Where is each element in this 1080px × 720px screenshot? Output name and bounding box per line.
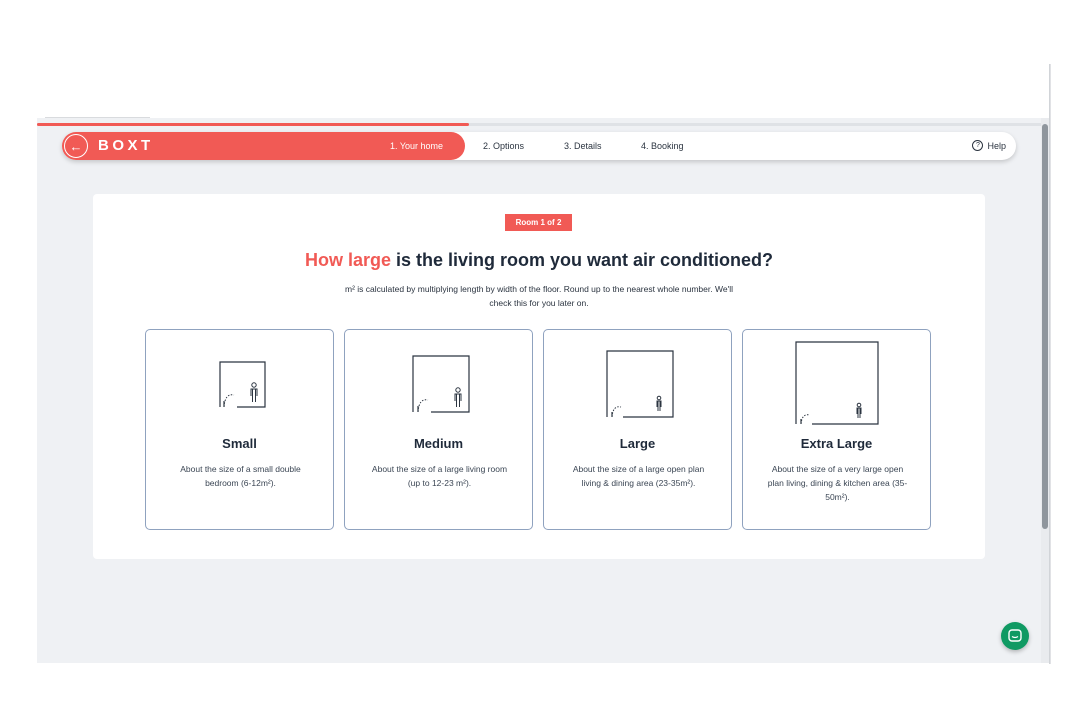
headline-accent: How large <box>304 250 391 270</box>
question-card: Room 1 of 2 How large is the living room… <box>93 194 985 559</box>
question-circle-icon: ? <box>972 140 984 151</box>
option-extra-large[interactable]: Extra Large About the size of a very lar… <box>742 329 931 530</box>
help-label: Help <box>987 140 1006 151</box>
room-floorplan-icon <box>606 350 674 418</box>
step-booking[interactable]: 4. Booking <box>641 141 684 151</box>
chat-bubble-icon <box>1008 629 1022 642</box>
page-viewport: ← BOXT 1. Your home 2. Options 3. Detail… <box>37 118 1049 663</box>
option-large[interactable]: Large About the size of a large open pla… <box>543 329 732 530</box>
page-title: How large is the living room you want ai… <box>93 250 985 271</box>
headline-rest: is the living room you want air conditio… <box>391 250 774 270</box>
scrollbar-thumb[interactable] <box>1042 124 1048 529</box>
option-description: About the size of a large open plan livi… <box>572 464 705 488</box>
room-floorplan-icon <box>412 355 470 413</box>
scrollbar[interactable] <box>1041 118 1049 663</box>
window-edge <box>1049 64 1051 664</box>
step-details[interactable]: 3. Details <box>564 141 602 151</box>
chat-launcher-button[interactable] <box>1001 622 1029 650</box>
option-description: About the size of a very large open plan… <box>767 464 908 502</box>
room-floorplan-icon <box>219 361 266 408</box>
option-description: About the size of a large living room (u… <box>371 464 508 488</box>
room-counter-badge: Room 1 of 2 <box>505 214 572 231</box>
option-title: Large <box>619 436 656 451</box>
option-medium[interactable]: Medium About the size of a large living … <box>344 329 533 530</box>
room-floorplan-icon <box>795 341 879 425</box>
helper-text: m² is calculated by multiplying length b… <box>345 284 733 308</box>
option-title: Extra Large <box>800 436 873 451</box>
option-title: Medium <box>413 436 464 451</box>
step-your-home[interactable]: 1. Your home <box>390 141 443 151</box>
option-title: Small <box>222 436 257 451</box>
nav-bar: ← BOXT 1. Your home 2. Options 3. Detail… <box>62 132 1016 160</box>
brand-logo[interactable]: BOXT <box>98 137 154 154</box>
help-link[interactable]: ? Help <box>972 140 1006 151</box>
option-description: About the size of a small double bedroom… <box>180 464 301 488</box>
arrow-left-icon: ← <box>69 138 83 154</box>
step-options[interactable]: 2. Options <box>483 141 524 151</box>
back-button[interactable]: ← <box>64 134 88 158</box>
option-small[interactable]: Small About the size of a small double b… <box>145 329 334 530</box>
progress-bar <box>37 123 469 126</box>
